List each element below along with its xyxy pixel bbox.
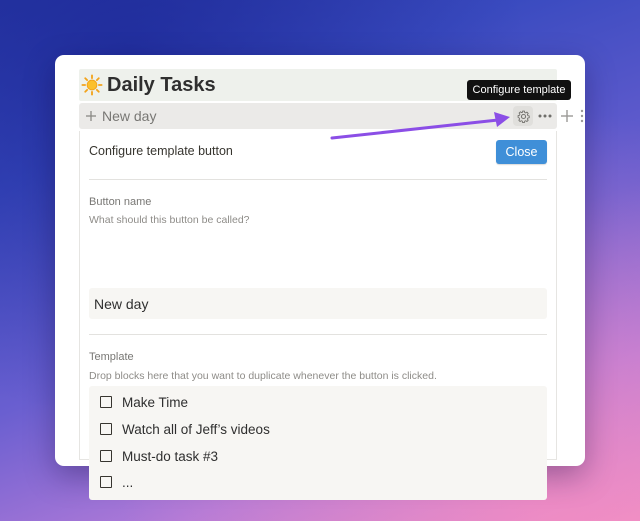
more-options-button[interactable]: [535, 106, 555, 126]
checkbox[interactable]: [100, 450, 112, 462]
template-label: Template: [89, 351, 134, 363]
new-day-button-label: New day: [102, 108, 157, 124]
todo-text: Must-do task #3: [122, 448, 219, 464]
todo-item[interactable]: Make Time: [99, 392, 188, 412]
plus-icon: [86, 111, 96, 121]
checkbox[interactable]: [100, 423, 112, 435]
button-name-hint: What should this button be called?: [89, 214, 250, 226]
page-title: Daily Tasks: [107, 73, 216, 96]
checkbox[interactable]: [100, 396, 112, 408]
todo-item[interactable]: ...: [99, 472, 133, 492]
panel-header: Configure template button: [89, 144, 233, 158]
button-name-label: Button name: [89, 196, 152, 208]
ellipsis-icon: [538, 114, 552, 118]
gear-icon: [517, 110, 530, 123]
todo-item[interactable]: Watch all of Jeff’s videos: [99, 419, 270, 439]
new-day-button-block[interactable]: New day: [79, 103, 557, 129]
checkbox[interactable]: [100, 476, 112, 488]
configure-template-tooltip: Configure template: [467, 80, 571, 100]
configure-template-button[interactable]: [513, 106, 533, 126]
todo-text: Make Time: [122, 394, 189, 410]
sun-emoji-icon: [81, 74, 103, 96]
divider: [89, 179, 547, 180]
add-block-plus-icon[interactable]: [560, 109, 574, 123]
divider: [89, 334, 547, 335]
drag-handle-icon[interactable]: [580, 109, 584, 123]
template-drop-area[interactable]: Make Time Watch all of Jeff’s videos Mus…: [89, 386, 547, 500]
button-name-input[interactable]: New day: [89, 288, 547, 319]
button-name-value: New day: [94, 295, 149, 312]
todo-item[interactable]: Must-do task #3: [99, 446, 218, 466]
configure-template-panel: Configure template button Close Button n…: [79, 131, 557, 500]
template-hint: Drop blocks here that you want to duplic…: [89, 370, 437, 382]
close-button[interactable]: Close: [496, 140, 547, 164]
notion-page-card: Daily Tasks New day Configure template C…: [55, 55, 585, 500]
todo-text: Watch all of Jeff’s videos: [122, 421, 270, 437]
todo-text: ...: [122, 474, 134, 490]
